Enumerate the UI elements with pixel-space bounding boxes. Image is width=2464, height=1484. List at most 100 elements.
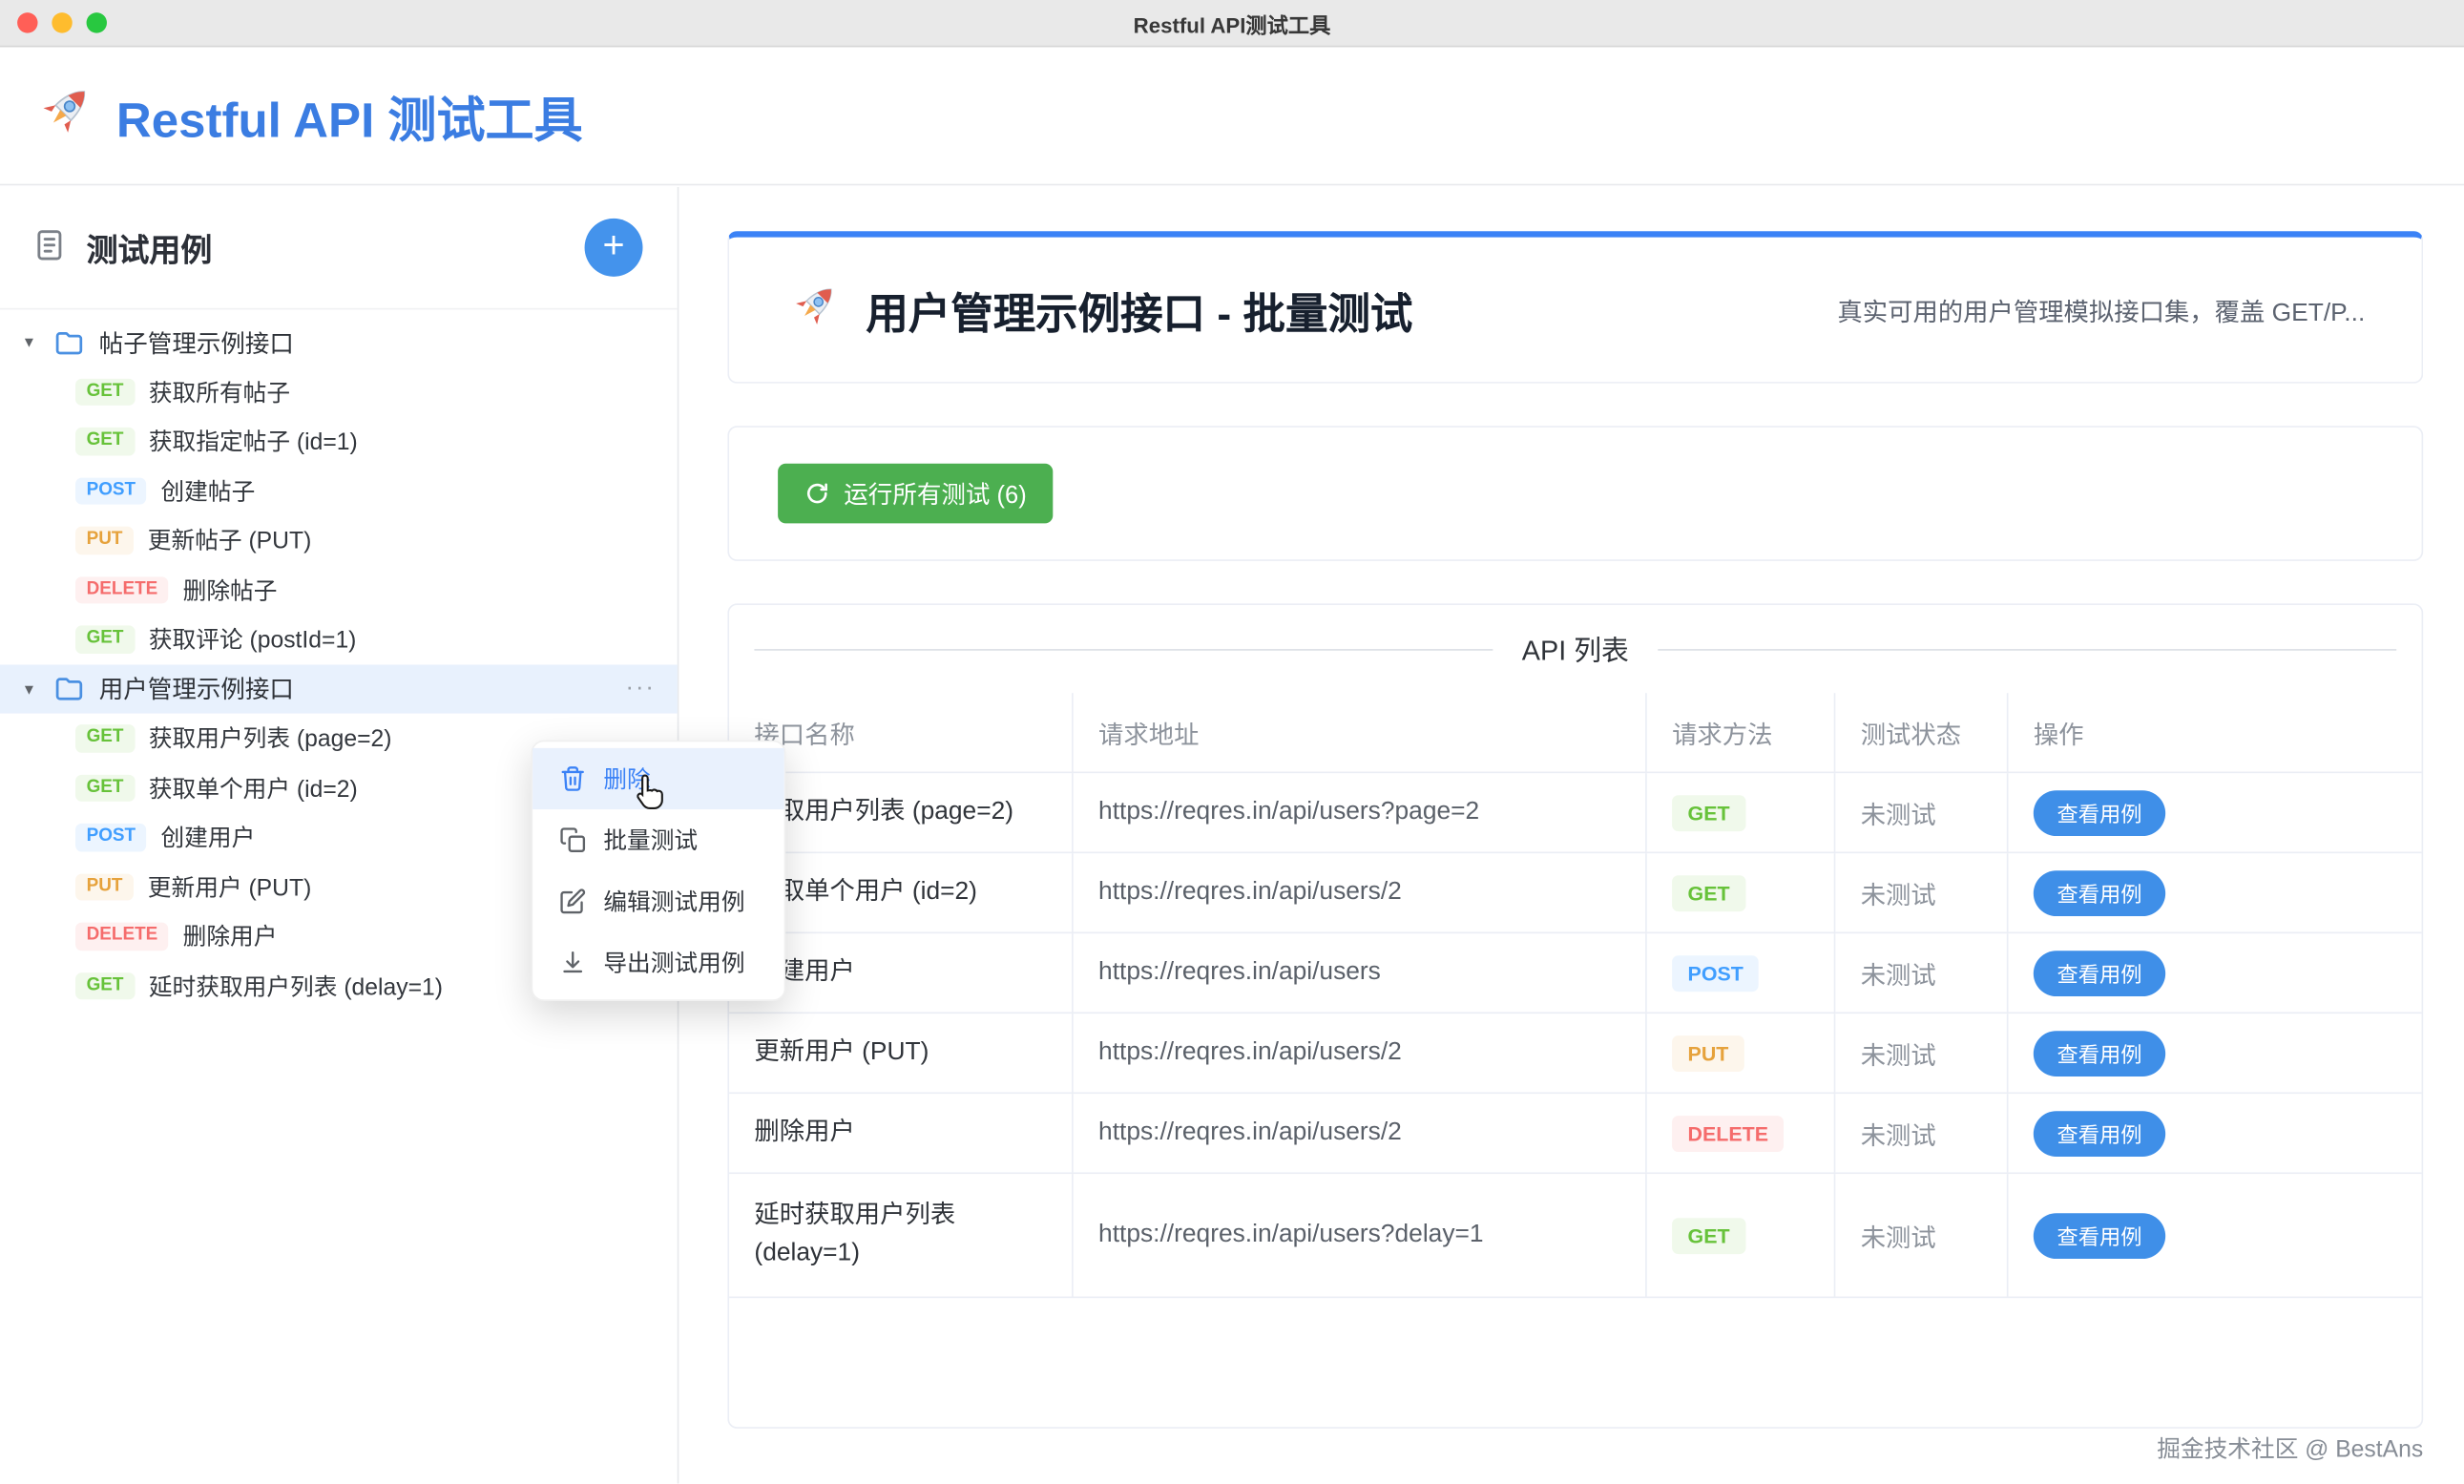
app-title: Restful API 测试工具 <box>115 93 583 148</box>
view-case-button[interactable]: 查看用例 <box>2033 950 2166 996</box>
tree-item[interactable]: DELETE 删除帖子 <box>0 565 678 615</box>
minimize-window-button[interactable] <box>52 12 73 33</box>
titlebar: Restful API测试工具 <box>0 0 2464 48</box>
tree-item[interactable]: POST 创建帖子 <box>0 466 678 515</box>
method-badge: GET <box>75 724 136 752</box>
method-badge: DELETE <box>1672 1115 1785 1152</box>
close-window-button[interactable] <box>17 12 38 33</box>
test-status-cell: 未测试 <box>1835 853 2009 932</box>
method-badge: GET <box>75 625 136 654</box>
tree-item[interactable]: GET 获取指定帖子 (id=1) <box>0 416 678 466</box>
zoom-window-button[interactable] <box>86 12 107 33</box>
caret-down-icon: ▾ <box>24 679 34 700</box>
api-url-cell: https://reqres.in/api/users/2 <box>1074 853 1647 932</box>
method-badge: GET <box>75 378 136 406</box>
method-badge: PUT <box>75 526 134 554</box>
main-content: 用户管理示例接口 - 批量测试 真实可用的用户管理模拟接口集，覆盖 GET/P.… <box>680 186 2464 1484</box>
table-row: 延时获取用户列表 (delay=1) https://reqres.in/api… <box>729 1174 2422 1299</box>
method-badge: GET <box>75 427 136 455</box>
add-test-case-button[interactable]: + <box>584 218 643 277</box>
view-case-button[interactable]: 查看用例 <box>2033 1212 2166 1259</box>
menu-item-edit-case[interactable]: 编辑测试用例 <box>532 870 783 931</box>
test-case-label: 删除帖子 <box>182 577 278 605</box>
hero-card: 用户管理示例接口 - 批量测试 真实可用的用户管理模拟接口集，覆盖 GET/P.… <box>727 231 2424 384</box>
actions-cell: 查看用例 <box>2008 853 2421 931</box>
api-method-cell: GET <box>1647 853 1836 932</box>
page-title: 用户管理示例接口 - 批量测试 <box>866 289 1413 338</box>
plus-icon: + <box>602 223 625 267</box>
test-status-cell: 未测试 <box>1835 773 2009 852</box>
actions-cell: 查看用例 <box>2008 773 2421 851</box>
test-case-label: 更新帖子 (PUT) <box>147 528 312 555</box>
test-case-label: 延时获取用户列表 (delay=1) <box>148 973 443 1001</box>
api-method-cell: GET <box>1647 1174 1836 1297</box>
refresh-icon <box>804 481 829 506</box>
column-header: 测试状态 <box>1835 693 2009 772</box>
api-url-cell: https://reqres.in/api/users?delay=1 <box>1074 1174 1647 1297</box>
page-description: 真实可用的用户管理模拟接口集，覆盖 GET/P... <box>1837 300 2366 327</box>
table-row: 创建用户 https://reqres.in/api/users POST 未测… <box>729 933 2422 1014</box>
view-case-button[interactable]: 查看用例 <box>2033 869 2166 916</box>
test-status-cell: 未测试 <box>1835 1174 2009 1297</box>
method-badge: PUT <box>1672 1035 1744 1072</box>
api-name-cell: 更新用户 (PUT) <box>729 1014 1074 1093</box>
window-title: Restful API测试工具 <box>1133 12 1331 37</box>
column-header: 请求地址 <box>1074 693 1647 772</box>
api-name-cell: 删除用户 <box>729 1094 1074 1173</box>
sidebar-title: 测试用例 <box>86 234 213 269</box>
tree-item[interactable]: GET 获取所有帖子 <box>0 367 678 417</box>
method-badge: GET <box>1672 874 1746 911</box>
notepad-icon <box>31 225 68 269</box>
api-name-cell: 延时获取用户列表 (delay=1) <box>729 1174 1074 1297</box>
test-status-cell: 未测试 <box>1835 1094 2009 1173</box>
api-url-cell: https://reqres.in/api/users?page=2 <box>1074 773 1647 852</box>
table-row: 获取用户列表 (page=2) https://reqres.in/api/us… <box>729 773 2422 854</box>
method-badge: GET <box>75 773 136 802</box>
view-case-button[interactable]: 查看用例 <box>2033 789 2166 836</box>
method-badge: DELETE <box>75 922 169 951</box>
more-actions-icon[interactable]: ··· <box>625 675 655 703</box>
tree-item[interactable]: PUT 更新帖子 (PUT) <box>0 515 678 565</box>
view-case-button[interactable]: 查看用例 <box>2033 1110 2166 1157</box>
test-case-label: 获取单个用户 (id=2) <box>148 776 358 804</box>
export-icon <box>563 951 583 973</box>
rocket-icon <box>31 78 97 152</box>
column-header: 请求方法 <box>1647 693 1836 772</box>
column-header: 操作 <box>2033 722 2084 750</box>
divider-line <box>1657 648 2397 650</box>
api-table: 接口名称 请求地址 请求方法 测试状态 操作 获取用户列表 (page=2) h… <box>729 693 2422 1299</box>
window-controls <box>0 12 107 33</box>
tree-folder-posts[interactable]: ▾ 帖子管理示例接口 <box>0 318 678 367</box>
api-list-title: API 列表 <box>1521 634 1629 666</box>
tree-folder-users[interactable]: ▾ 用户管理示例接口 ··· <box>0 663 678 714</box>
api-url-cell: https://reqres.in/api/users <box>1074 933 1647 1013</box>
run-all-tests-button[interactable]: 运行所有测试 (6) <box>778 463 1054 524</box>
table-row: 获取单个用户 (id=2) https://reqres.in/api/user… <box>729 853 2422 934</box>
folder-label: 用户管理示例接口 <box>98 678 294 705</box>
method-badge: GET <box>75 972 136 1000</box>
edit-icon <box>560 888 586 914</box>
table-header-row: 接口名称 请求地址 请求方法 测试状态 操作 <box>729 693 2422 774</box>
trash-icon <box>561 766 584 791</box>
test-case-label: 获取所有帖子 <box>148 380 291 408</box>
caret-down-icon: ▾ <box>24 333 34 353</box>
test-case-label: 删除用户 <box>182 924 278 951</box>
api-method-cell: DELETE <box>1647 1094 1836 1173</box>
api-url-cell: https://reqres.in/api/users/2 <box>1074 1094 1647 1173</box>
sidebar-header: 测试用例 + <box>0 187 678 310</box>
test-case-label: 获取评论 (postId=1) <box>148 627 357 655</box>
mouse-cursor <box>637 774 663 810</box>
actions-cell: 查看用例 <box>2008 1014 2421 1092</box>
menu-item-batch-test[interactable]: 批量测试 <box>532 809 783 870</box>
api-method-cell: PUT <box>1647 1014 1836 1093</box>
tree-item[interactable]: GET 获取评论 (postId=1) <box>0 615 678 664</box>
test-case-label: 更新用户 (PUT) <box>147 874 312 902</box>
actions-cell: 查看用例 <box>2008 1094 2421 1172</box>
view-case-button[interactable]: 查看用例 <box>2033 1030 2166 1076</box>
menu-item-export-case[interactable]: 导出测试用例 <box>532 931 783 993</box>
run-all-tests-label: 运行所有测试 (6) <box>844 482 1027 510</box>
api-list-card: API 列表 接口名称 请求地址 请求方法 测试状态 操作 获取用户列表 (pa… <box>727 603 2424 1429</box>
method-badge: GET <box>1672 1217 1746 1254</box>
actions-cell: 查看用例 <box>2008 1174 2421 1296</box>
rocket-icon <box>785 278 842 343</box>
